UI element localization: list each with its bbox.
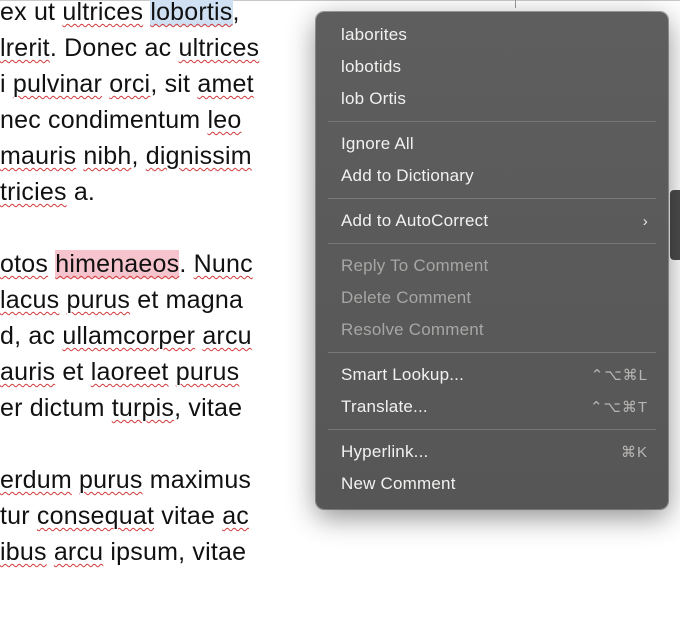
spelling-suggestion-1[interactable]: laborites bbox=[316, 19, 668, 51]
context-menu: laborites lobotids lob Ortis Ignore All … bbox=[316, 12, 668, 509]
misspelling[interactable]: orci bbox=[109, 70, 150, 98]
keyboard-shortcut: ⌘K bbox=[621, 443, 648, 461]
misspelling[interactable]: purus bbox=[67, 286, 131, 314]
menu-item-label: Ignore All bbox=[341, 134, 414, 154]
text-run[interactable]: maximus bbox=[143, 466, 252, 494]
misspelling[interactable]: erdum bbox=[0, 466, 72, 494]
text-run[interactable]: er dictum bbox=[0, 394, 112, 422]
text-run[interactable]: . Donec ac bbox=[50, 34, 179, 62]
text-run[interactable]: et bbox=[55, 358, 91, 386]
menu-item-label: lobotids bbox=[341, 57, 401, 77]
misspelling[interactable]: ultrices bbox=[62, 0, 143, 26]
misspelling[interactable]: lrerit bbox=[0, 34, 50, 62]
smart-lookup-item[interactable]: Smart Lookup... ⌃⌥⌘L bbox=[316, 359, 668, 391]
delete-comment-item: Delete Comment bbox=[316, 282, 668, 314]
misspelling[interactable]: consequat bbox=[37, 502, 154, 530]
menu-item-label: Delete Comment bbox=[341, 288, 471, 308]
spelling-suggestion-2[interactable]: lobotids bbox=[316, 51, 668, 83]
text-run[interactable]: tur bbox=[0, 502, 37, 530]
text-run[interactable]: i bbox=[0, 70, 13, 98]
misspelling[interactable]: tricies bbox=[0, 178, 67, 206]
text-run[interactable]: , bbox=[131, 142, 145, 170]
background-window-edge bbox=[670, 190, 680, 260]
text-run[interactable]: ex ut bbox=[0, 0, 62, 26]
misspelling[interactable]: purus bbox=[176, 358, 240, 386]
misspelling[interactable]: nibh bbox=[83, 142, 131, 170]
menu-separator bbox=[328, 198, 656, 199]
menu-item-label: Add to Dictionary bbox=[341, 166, 474, 186]
menu-item-label: Reply To Comment bbox=[341, 256, 488, 276]
misspelling[interactable]: laoreet bbox=[91, 358, 169, 386]
document-area: ex ut ultrices lobortis, lrerit. Donec a… bbox=[0, 0, 680, 618]
text-run[interactable] bbox=[169, 358, 176, 386]
misspelling[interactable]: lacus bbox=[0, 286, 59, 314]
text-run[interactable] bbox=[72, 466, 79, 494]
misspelling[interactable]: ibus bbox=[0, 538, 47, 566]
spelling-suggestion-3[interactable]: lob Ortis bbox=[316, 83, 668, 115]
menu-separator bbox=[328, 429, 656, 430]
keyboard-shortcut: ⌃⌥⌘T bbox=[590, 398, 648, 416]
text-run[interactable]: et magna bbox=[130, 286, 243, 314]
text-run[interactable]: . bbox=[179, 250, 193, 278]
menu-item-label: Hyperlink... bbox=[341, 442, 428, 462]
misspelling[interactable]: ac bbox=[222, 502, 249, 530]
menu-item-label: Smart Lookup... bbox=[341, 365, 464, 385]
menu-item-label: lob Ortis bbox=[341, 89, 406, 109]
misspelling[interactable]: arcu bbox=[202, 322, 251, 350]
text-run[interactable]: , sit bbox=[150, 70, 197, 98]
add-to-autocorrect-item[interactable]: Add to AutoCorrect › bbox=[316, 205, 668, 237]
text-run[interactable]: a. bbox=[67, 178, 95, 206]
highlighted-word[interactable]: himenaeos bbox=[55, 250, 179, 278]
menu-separator bbox=[328, 121, 656, 122]
misspelling[interactable]: auris bbox=[0, 358, 55, 386]
menu-item-label: Resolve Comment bbox=[341, 320, 484, 340]
menu-item-label: laborites bbox=[341, 25, 407, 45]
misspelling[interactable]: purus bbox=[79, 466, 143, 494]
misspelling[interactable]: amet bbox=[197, 70, 253, 98]
ignore-all-item[interactable]: Ignore All bbox=[316, 128, 668, 160]
selected-word[interactable]: lobortis bbox=[150, 0, 232, 26]
menu-separator bbox=[328, 243, 656, 244]
translate-item[interactable]: Translate... ⌃⌥⌘T bbox=[316, 391, 668, 423]
menu-item-label: Translate... bbox=[341, 397, 428, 417]
new-comment-item[interactable]: New Comment bbox=[316, 468, 668, 500]
text-run[interactable]: , vitae bbox=[174, 394, 242, 422]
add-to-dictionary-item[interactable]: Add to Dictionary bbox=[316, 160, 668, 192]
misspelling[interactable]: ultrices bbox=[178, 34, 259, 62]
menu-item-label: Add to AutoCorrect bbox=[341, 211, 488, 231]
text-run[interactable] bbox=[59, 286, 66, 314]
menu-separator bbox=[328, 352, 656, 353]
text-run[interactable]: d, ac bbox=[0, 322, 62, 350]
reply-to-comment-item: Reply To Comment bbox=[316, 250, 668, 282]
text-run[interactable] bbox=[47, 538, 54, 566]
text-run[interactable]: vitae bbox=[154, 502, 222, 530]
text-run[interactable]: nec condimentum bbox=[0, 106, 207, 134]
menu-item-label: New Comment bbox=[341, 474, 456, 494]
misspelling[interactable]: Nunc bbox=[194, 250, 253, 278]
resolve-comment-item: Resolve Comment bbox=[316, 314, 668, 346]
misspelling[interactable]: dignissim bbox=[146, 142, 252, 170]
misspelling[interactable]: leo bbox=[207, 106, 241, 134]
misspelling[interactable]: turpis bbox=[112, 394, 174, 422]
misspelling[interactable]: mauris bbox=[0, 142, 76, 170]
text-run[interactable]: , bbox=[233, 0, 240, 26]
misspelling[interactable]: ullamcorper bbox=[62, 322, 195, 350]
misspelling[interactable]: otos bbox=[0, 250, 48, 278]
keyboard-shortcut: ⌃⌥⌘L bbox=[591, 366, 648, 384]
hyperlink-item[interactable]: Hyperlink... ⌘K bbox=[316, 436, 668, 468]
misspelling[interactable]: arcu bbox=[54, 538, 103, 566]
misspelling[interactable]: pulvinar bbox=[13, 70, 102, 98]
text-run[interactable]: ipsum, vitae bbox=[103, 538, 246, 566]
chevron-right-icon: › bbox=[643, 213, 648, 230]
